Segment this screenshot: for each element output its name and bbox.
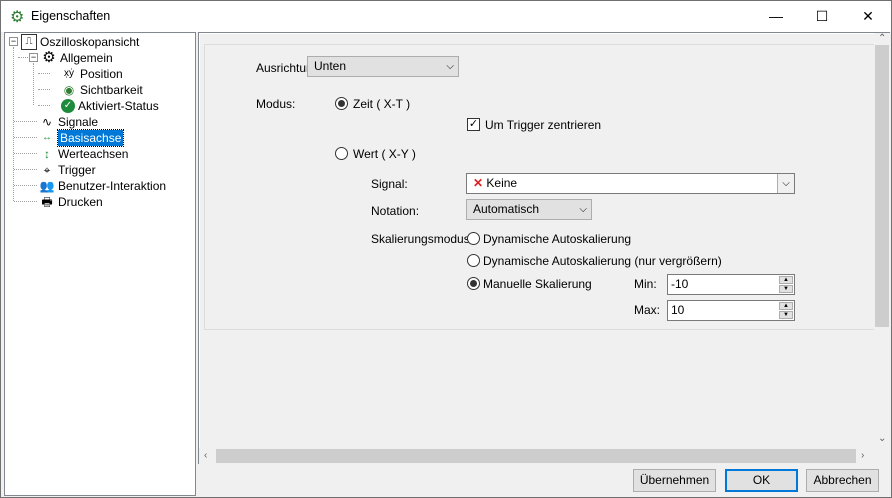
max-input[interactable]: 10 ▲ ▼ (667, 300, 795, 321)
chevron-down-icon: ⌵ (579, 204, 587, 215)
gear-icon: ⚙ (10, 9, 25, 26)
tree-item-allgemein[interactable]: ⚙ Allgemein (41, 49, 112, 66)
scroll-corner (874, 448, 890, 464)
ok-button[interactable]: OK (725, 469, 798, 492)
dyn-autoskal-radio[interactable] (467, 232, 480, 245)
printer-icon: 🖶 (41, 195, 53, 209)
title-bar: ⚙ Eigenschaften — ☐ ✕ (1, 1, 891, 32)
close-button[interactable]: ✕ (845, 1, 891, 32)
spin-up-icon[interactable]: ▲ (779, 302, 793, 310)
tree-item-aktiviert-status[interactable]: ✓ Aktiviert-Status (61, 98, 159, 114)
trigger-center-checkbox[interactable]: ✓ (467, 118, 480, 131)
spin-down-icon[interactable]: ▼ (779, 285, 793, 293)
ausrichtung-select[interactable]: Unten ⌵ (307, 56, 459, 77)
apply-button[interactable]: Übernehmen (633, 469, 716, 492)
tree-item-signale[interactable]: ∿ Signale (39, 114, 98, 130)
xy-position-icon: x̣ẏ (64, 68, 74, 79)
max-label: Max: (634, 303, 661, 317)
manual-scaling-label: Manuelle Skalierung (483, 277, 592, 291)
horizontal-scrollbar[interactable]: ‹ › (199, 448, 874, 464)
tree-item-sichtbarkeit[interactable]: ◉ Sichtbarkeit (61, 82, 143, 98)
x-axis-icon: ↔ (42, 132, 52, 143)
window-title: Eigenschaften (31, 9, 111, 23)
scroll-left-icon[interactable]: ‹ (204, 450, 207, 461)
check-circle-icon: ✓ (61, 99, 75, 113)
dyn-autoskal-label: Dynamische Autoskalierung (483, 232, 632, 246)
chevron-down-icon: ⌵ (446, 61, 454, 72)
tree-item-basisachse[interactable]: ↔ Basisachse (39, 129, 125, 147)
skalierungsmodus-label: Skalierungsmodus: (371, 232, 474, 246)
zeit-label: Zeit ( X-T ) (353, 97, 411, 111)
tree-item-trigger[interactable]: ⌖ Trigger (39, 162, 96, 178)
y-axis-icon: ↕ (44, 147, 50, 161)
manual-scaling-radio[interactable] (467, 277, 480, 290)
notation-label: Notation: (371, 204, 420, 218)
spin-down-icon[interactable]: ▼ (779, 311, 793, 319)
min-input[interactable]: -10 ▲ ▼ (667, 274, 795, 295)
users-icon: 👥 (39, 179, 55, 193)
zeit-radio[interactable] (335, 97, 348, 110)
minimize-button[interactable]: — (753, 1, 799, 32)
trigger-center-label: Um Trigger zentrieren (485, 118, 602, 132)
eye-icon: ◉ (63, 83, 75, 97)
signal-select[interactable]: ✕ Keine ⌵ (466, 173, 795, 194)
collapse-toggle[interactable]: − (9, 37, 18, 46)
dyn-autoskal-grow-label: Dynamische Autoskalierung (nur vergrößer… (483, 254, 722, 268)
horizontal-scroll-thumb[interactable] (216, 449, 856, 463)
settings-panel: Ausrichtung: Unten ⌵ Modus: Zeit ( X-T ) … (198, 32, 890, 464)
sine-wave-icon: ∿ (41, 115, 53, 129)
scroll-down-icon[interactable]: ⌄ (878, 433, 886, 444)
oscilloscope-icon: ⎍ (21, 34, 37, 50)
notation-select[interactable]: Automatisch ⌵ (466, 199, 592, 220)
spin-up-icon[interactable]: ▲ (779, 276, 793, 284)
navigation-tree: − − ⎍ Oszilloskopansicht ⚙ Allgemein x̣ẏ Po… (4, 32, 196, 496)
properties-dialog: ⚙ Eigenschaften — ☐ ✕ − − ⎍ Oszilloskopan… (0, 0, 892, 498)
chevron-down-icon[interactable]: ⌵ (777, 174, 794, 193)
maximize-button[interactable]: ☐ (799, 1, 845, 32)
trigger-crosshair-icon: ⌖ (43, 163, 51, 177)
tree-item-oszilloskopansicht[interactable]: ⎍ Oszilloskopansicht (21, 34, 139, 50)
tree-item-drucken[interactable]: 🖶 Drucken (39, 194, 102, 210)
gear-icon: ⚙ (42, 49, 56, 66)
dyn-autoskal-grow-radio[interactable] (467, 254, 480, 267)
cancel-button[interactable]: Abbrechen (806, 469, 879, 492)
wert-label: Wert ( X-Y ) (353, 147, 416, 161)
scroll-up-icon[interactable]: ⌃ (878, 33, 886, 44)
scroll-content: Ausrichtung: Unten ⌵ Modus: Zeit ( X-T ) … (200, 34, 875, 448)
tree-item-benutzer-interaktion[interactable]: 👥 Benutzer-Interaktion (39, 178, 167, 194)
vertical-scrollbar[interactable]: ⌃ ⌄ (874, 33, 890, 448)
signal-label: Signal: (371, 177, 408, 191)
tree-item-werteachsen[interactable]: ↕ Werteachsen (39, 146, 128, 162)
red-x-icon: ✕ (473, 176, 484, 190)
min-label: Min: (634, 277, 657, 291)
collapse-toggle[interactable]: − (29, 53, 38, 62)
scroll-right-icon[interactable]: › (861, 450, 864, 461)
modus-label: Modus: (256, 97, 296, 111)
wert-radio[interactable] (335, 147, 348, 160)
tree-item-position[interactable]: x̣ẏ Position (61, 66, 123, 82)
vertical-scroll-thumb[interactable] (875, 45, 889, 327)
